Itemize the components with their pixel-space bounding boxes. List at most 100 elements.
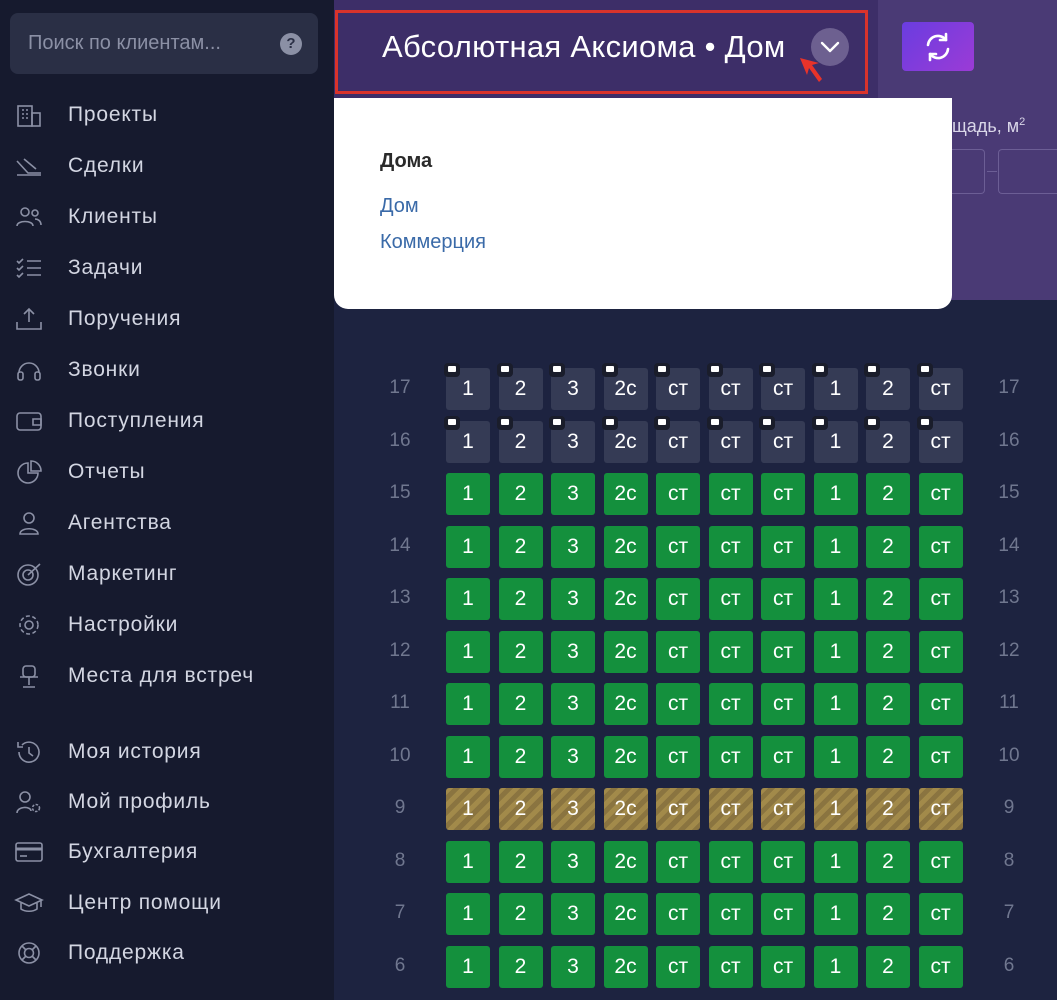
apartment-cell[interactable]: 2с xyxy=(603,525,648,568)
apartment-cell[interactable]: ст xyxy=(706,363,753,410)
apartment-cell[interactable]: 3 xyxy=(551,945,595,988)
apartment-cell[interactable]: 2с xyxy=(603,945,648,988)
apartment-cell[interactable]: 1 xyxy=(446,473,490,515)
apartment-cell[interactable]: 1 xyxy=(813,893,858,935)
apartment-cell[interactable]: 2с xyxy=(603,578,648,620)
sidebar-item-4[interactable]: Поручения xyxy=(0,297,334,341)
sidebar-item-7[interactable]: Отчеты xyxy=(0,450,334,494)
comment-icon[interactable] xyxy=(759,363,775,377)
apartment-cell[interactable]: 1 xyxy=(446,788,490,830)
comment-icon[interactable] xyxy=(706,415,723,430)
apartment-cell[interactable]: ст xyxy=(656,525,700,568)
comment-icon[interactable] xyxy=(444,415,460,430)
sidebar-item-2[interactable]: Клиенты xyxy=(0,195,334,239)
sidebar-item-5[interactable]: Звонки xyxy=(0,348,334,392)
apartment-cell[interactable]: 1 xyxy=(446,578,490,620)
apartment-cell[interactable]: ст xyxy=(918,525,963,568)
comment-icon[interactable] xyxy=(496,415,513,430)
apartment-cell[interactable]: 2 xyxy=(498,473,543,515)
comment-icon[interactable] xyxy=(654,363,670,377)
apartment-cell[interactable]: ст xyxy=(761,945,805,988)
apartment-cell[interactable]: 1 xyxy=(446,840,490,883)
apartment-cell[interactable]: ст xyxy=(706,415,753,463)
apartment-cell[interactable]: 2 xyxy=(866,473,910,515)
apartment-cell[interactable]: ст xyxy=(656,788,700,830)
apartment-cell[interactable]: 3 xyxy=(551,578,595,620)
comment-icon[interactable] xyxy=(759,415,775,430)
sidebar-item-6[interactable]: Поступления xyxy=(0,399,334,443)
apartment-cell[interactable]: 1 xyxy=(446,630,490,673)
apartment-cell[interactable]: ст xyxy=(654,415,700,463)
apartment-cell[interactable]: ст xyxy=(759,363,805,410)
apartment-cell[interactable]: ст xyxy=(708,945,753,988)
sidebar-item-b3[interactable]: Центр помощи xyxy=(0,881,334,925)
apartment-cell[interactable]: ст xyxy=(656,840,700,883)
comment-icon[interactable] xyxy=(916,363,933,377)
apartment-cell[interactable]: 2с xyxy=(603,473,648,515)
apartment-cell[interactable]: ст xyxy=(918,735,963,778)
apartment-cell[interactable]: 2 xyxy=(866,525,910,568)
apartment-cell[interactable]: ст xyxy=(656,735,700,778)
apartment-cell[interactable]: 2с xyxy=(601,415,648,463)
comment-icon[interactable] xyxy=(864,363,880,377)
apartment-cell[interactable]: ст xyxy=(918,578,963,620)
apartment-cell[interactable]: ст xyxy=(708,578,753,620)
apartment-cell[interactable]: 2 xyxy=(498,788,543,830)
apartment-cell[interactable]: 1 xyxy=(813,578,858,620)
apartment-cell[interactable]: 2 xyxy=(866,945,910,988)
apartment-cell[interactable]: 3 xyxy=(551,735,595,778)
apartment-cell[interactable]: 2с xyxy=(603,735,648,778)
apartment-cell[interactable]: 2 xyxy=(498,840,543,883)
sidebar-item-1[interactable]: Сделки xyxy=(0,144,334,188)
apartment-cell[interactable]: ст xyxy=(761,893,805,935)
apartment-cell[interactable]: 2 xyxy=(498,525,543,568)
area-to-input[interactable] xyxy=(998,149,1057,194)
apartment-cell[interactable]: ст xyxy=(708,840,753,883)
apartment-cell[interactable]: ст xyxy=(761,578,805,620)
sidebar-item-b4[interactable]: Поддержка xyxy=(0,931,334,975)
sidebar-item-11[interactable]: Места для встреч xyxy=(0,654,334,698)
apartment-cell[interactable]: ст xyxy=(918,473,963,515)
comment-icon[interactable] xyxy=(496,363,513,377)
apartment-cell[interactable]: 2 xyxy=(864,363,910,410)
apartment-cell[interactable]: 3 xyxy=(551,473,595,515)
apartment-cell[interactable]: 2 xyxy=(864,415,910,463)
apartment-cell[interactable]: ст xyxy=(656,945,700,988)
apartment-cell[interactable]: 3 xyxy=(551,525,595,568)
apartment-cell[interactable]: ст xyxy=(708,525,753,568)
apartment-cell[interactable]: ст xyxy=(656,630,700,673)
apartment-cell[interactable]: 2с xyxy=(603,840,648,883)
apartment-cell[interactable]: 2 xyxy=(866,788,910,830)
comment-icon[interactable] xyxy=(864,415,880,430)
apartment-cell[interactable]: ст xyxy=(708,473,753,515)
apartment-cell[interactable]: ст xyxy=(708,788,753,830)
apartment-cell[interactable]: 2 xyxy=(498,630,543,673)
apartment-cell[interactable]: ст xyxy=(761,735,805,778)
apartment-cell[interactable]: 2с xyxy=(601,363,648,410)
sidebar-item-0[interactable]: Проекты xyxy=(0,93,334,137)
apartment-cell[interactable]: 2 xyxy=(498,945,543,988)
apartment-cell[interactable]: 2с xyxy=(603,683,648,725)
apartment-cell[interactable]: 1 xyxy=(446,525,490,568)
apartment-cell[interactable]: 3 xyxy=(551,630,595,673)
apartment-cell[interactable]: ст xyxy=(654,363,700,410)
apartment-cell[interactable]: ст xyxy=(708,735,753,778)
comment-icon[interactable] xyxy=(601,415,618,430)
sidebar-item-b2[interactable]: Бухгалтерия xyxy=(0,830,334,874)
project-selector[interactable]: Абсолютная Аксиома • Дом xyxy=(335,10,868,94)
comment-icon[interactable] xyxy=(444,363,460,377)
apartment-cell[interactable]: ст xyxy=(761,840,805,883)
apartment-cell[interactable]: 2 xyxy=(496,415,543,463)
apartment-cell[interactable]: 2 xyxy=(866,578,910,620)
apartment-cell[interactable]: ст xyxy=(708,630,753,673)
apartment-cell[interactable]: ст xyxy=(916,363,963,410)
comment-icon[interactable] xyxy=(549,415,565,430)
apartment-cell[interactable]: ст xyxy=(918,893,963,935)
apartment-cell[interactable]: 3 xyxy=(551,788,595,830)
apartment-cell[interactable]: ст xyxy=(761,630,805,673)
apartment-cell[interactable]: ст xyxy=(918,683,963,725)
apartment-cell[interactable]: ст xyxy=(761,525,805,568)
sidebar-item-b0[interactable]: Моя история xyxy=(0,730,334,774)
apartment-cell[interactable]: ст xyxy=(656,893,700,935)
apartment-cell[interactable]: ст xyxy=(708,893,753,935)
